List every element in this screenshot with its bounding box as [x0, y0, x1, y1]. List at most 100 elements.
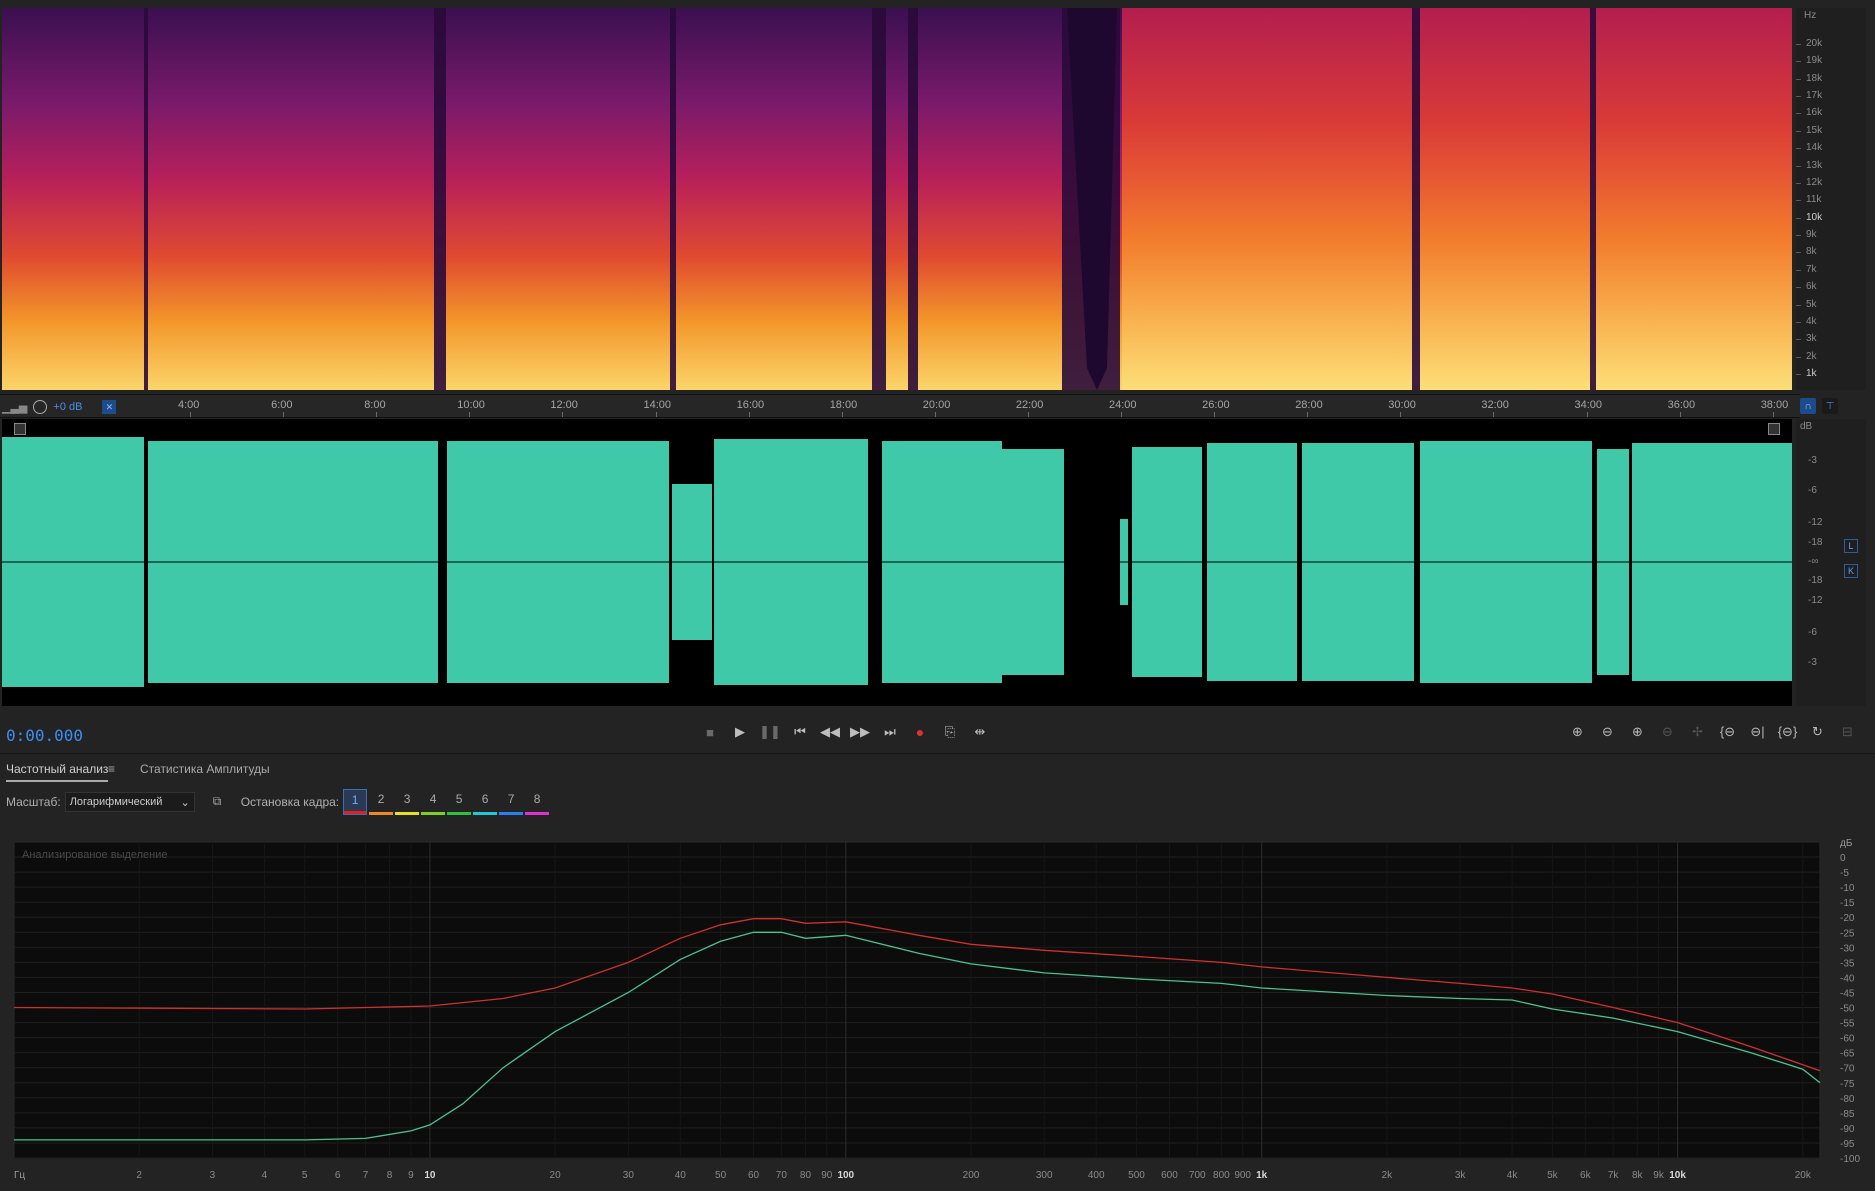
- chart-x-tick-label: 80: [800, 1170, 812, 1181]
- chart-x-tick-label: 9: [408, 1170, 414, 1181]
- spectrogram-gap: [1412, 8, 1420, 390]
- chart-x-tick-label: 20: [550, 1170, 562, 1181]
- marker-pin-icon[interactable]: ⊤: [1822, 398, 1838, 414]
- timeline-tick: [376, 412, 378, 417]
- timeline-label: 6:00: [271, 399, 293, 411]
- hold-button-1[interactable]: 1: [343, 789, 368, 815]
- waveform-block: [447, 562, 669, 683]
- db-tick-label: -3: [1808, 657, 1817, 668]
- db-unit-label: dB: [1800, 421, 1813, 432]
- hold-button-3[interactable]: 3: [395, 789, 420, 815]
- timeline-label: 12:00: [550, 399, 578, 411]
- zoom-selection-left-icon[interactable]: {⊖: [1717, 722, 1738, 742]
- fast-forward-icon[interactable]: ▶▶: [850, 722, 870, 742]
- skip-selection-icon[interactable]: ⇹: [970, 722, 990, 742]
- gain-value[interactable]: +0 dB: [53, 401, 82, 413]
- skip-start-icon[interactable]: ⏮: [790, 722, 810, 742]
- hold-button-8[interactable]: 8: [525, 789, 550, 815]
- gain-knob-icon[interactable]: [33, 400, 48, 414]
- waveform-block: [1002, 562, 1064, 675]
- chart-y-tick-label: -20: [1840, 913, 1855, 924]
- chart-y-tick-label: -90: [1840, 1124, 1855, 1135]
- waveform-block: [1120, 562, 1128, 605]
- hold-button-5[interactable]: 5: [447, 789, 472, 815]
- hold-color-bar: [421, 812, 446, 815]
- waveform-block: [1420, 562, 1592, 683]
- hz-tick: [1796, 235, 1801, 237]
- hold-color-bar: [369, 812, 394, 815]
- loop-icon[interactable]: ⎘: [940, 722, 960, 742]
- skip-end-icon[interactable]: ⏭: [880, 722, 900, 742]
- waveform-view[interactable]: [2, 419, 1792, 706]
- hz-tick-label: 1k: [1806, 368, 1817, 379]
- fade-out-handle[interactable]: [1768, 423, 1780, 435]
- timeline-label: 4:00: [178, 399, 200, 411]
- hold-button-4[interactable]: 4: [421, 789, 446, 815]
- spectrogram-gap: [670, 8, 676, 390]
- zoom-selection-right-icon[interactable]: ⊖|: [1747, 722, 1768, 742]
- chart-y-tick-label: -5: [1840, 868, 1849, 879]
- panel-menu-icon[interactable]: ≡: [108, 762, 115, 776]
- record-icon[interactable]: ●: [910, 722, 930, 742]
- hold-frame-label: Остановка кадра:: [240, 795, 340, 809]
- frequency-chart[interactable]: 0 -5 -10 -15 -20 -25 -30 -35 -40 -45 -50 -55 -60 -65 -…: [8, 832, 1868, 1182]
- tab-frequency-analysis[interactable]: Частотный анализ: [6, 762, 109, 782]
- zoom-controls: ⊕ ⊖ ⊕ ⊖ ✢ {⊖ ⊖| {⊖} ↻ ⊟: [1567, 722, 1858, 742]
- waveform-block: [1132, 447, 1202, 562]
- pause-icon[interactable]: ❚❚: [759, 722, 781, 742]
- timeline-ruler[interactable]: 4:00 6:00 8:00 10:00 12:00 14:00 16:00 18:00 20:…: [0, 394, 1800, 418]
- waveform-block: [1632, 443, 1792, 562]
- channel-right-badge[interactable]: K: [1844, 564, 1858, 578]
- timeline-label: 8:00: [364, 399, 386, 411]
- meter-icon[interactable]: ▁▃▅: [2, 401, 27, 414]
- hold-button-2[interactable]: 2: [369, 789, 394, 815]
- time-display[interactable]: 0:00.000: [6, 726, 83, 745]
- timeline-tick: [1121, 412, 1122, 417]
- pin-icon[interactable]: ✕: [102, 400, 117, 414]
- rewind-icon[interactable]: ◀◀: [820, 722, 840, 742]
- zoom-in-amplitude-icon[interactable]: ⊕: [1567, 722, 1588, 742]
- copy-icon[interactable]: ⧉: [213, 794, 229, 810]
- hz-tick: [1796, 321, 1801, 323]
- spectrogram-gap: [434, 8, 446, 390]
- zoom-out-time-icon[interactable]: ⊖: [1657, 722, 1678, 742]
- timeline-label: 34:00: [1574, 399, 1603, 411]
- chart-x-tick-label: 8k: [1632, 1170, 1644, 1181]
- hz-tick-label: 8k: [1806, 246, 1817, 258]
- tab-amplitude-statistics[interactable]: Статистика Амплитуды: [140, 762, 270, 776]
- timeline-tick: [934, 412, 936, 417]
- scale-select[interactable]: Логарифмический ⌄: [64, 792, 195, 812]
- waveform-block: [882, 441, 1002, 562]
- fade-in-handle[interactable]: [14, 423, 26, 435]
- hz-tick-label: 2k: [1806, 350, 1817, 362]
- chart-x-tick-label: 7k: [1608, 1170, 1620, 1181]
- play-icon[interactable]: ▶: [730, 722, 750, 742]
- hz-tick-label: 9k: [1806, 229, 1817, 241]
- chart-plot-area: [13, 841, 1821, 1159]
- chart-y-tick-label: -85: [1840, 1109, 1855, 1120]
- hz-tick-label: 13k: [1806, 159, 1823, 171]
- hold-color-bar: [447, 812, 472, 815]
- waveform-block: [1302, 443, 1414, 562]
- hold-button-6[interactable]: 6: [473, 789, 498, 815]
- spectrogram-view[interactable]: [2, 8, 1792, 390]
- hold-color-bar: [499, 812, 524, 815]
- zoom-out-full-icon[interactable]: ⊟: [1837, 722, 1858, 742]
- stop-icon[interactable]: ■: [700, 722, 720, 742]
- hold-button-7[interactable]: 7: [499, 789, 524, 815]
- channel-left-badge[interactable]: L: [1844, 539, 1858, 553]
- headphones-icon[interactable]: ∩: [1800, 398, 1816, 414]
- timeline-tick: [655, 412, 657, 417]
- zoom-in-time-icon[interactable]: ⊕: [1627, 722, 1648, 742]
- chart-x-tick-label: 30: [623, 1170, 635, 1181]
- zoom-reset-icon[interactable]: ↻: [1807, 722, 1828, 742]
- hz-tick-label: 17k: [1806, 90, 1823, 102]
- zoom-selection-icon[interactable]: {⊖}: [1777, 722, 1798, 742]
- zoom-full-icon[interactable]: ✢: [1687, 722, 1708, 742]
- chart-x-tick-label: 8: [387, 1170, 393, 1181]
- timeline-label: 18:00: [829, 399, 858, 411]
- hz-tick: [1796, 113, 1801, 115]
- zoom-out-amplitude-icon[interactable]: ⊖: [1597, 722, 1618, 742]
- hz-tick-label: 5k: [1806, 298, 1817, 310]
- timeline-tick: [190, 412, 191, 417]
